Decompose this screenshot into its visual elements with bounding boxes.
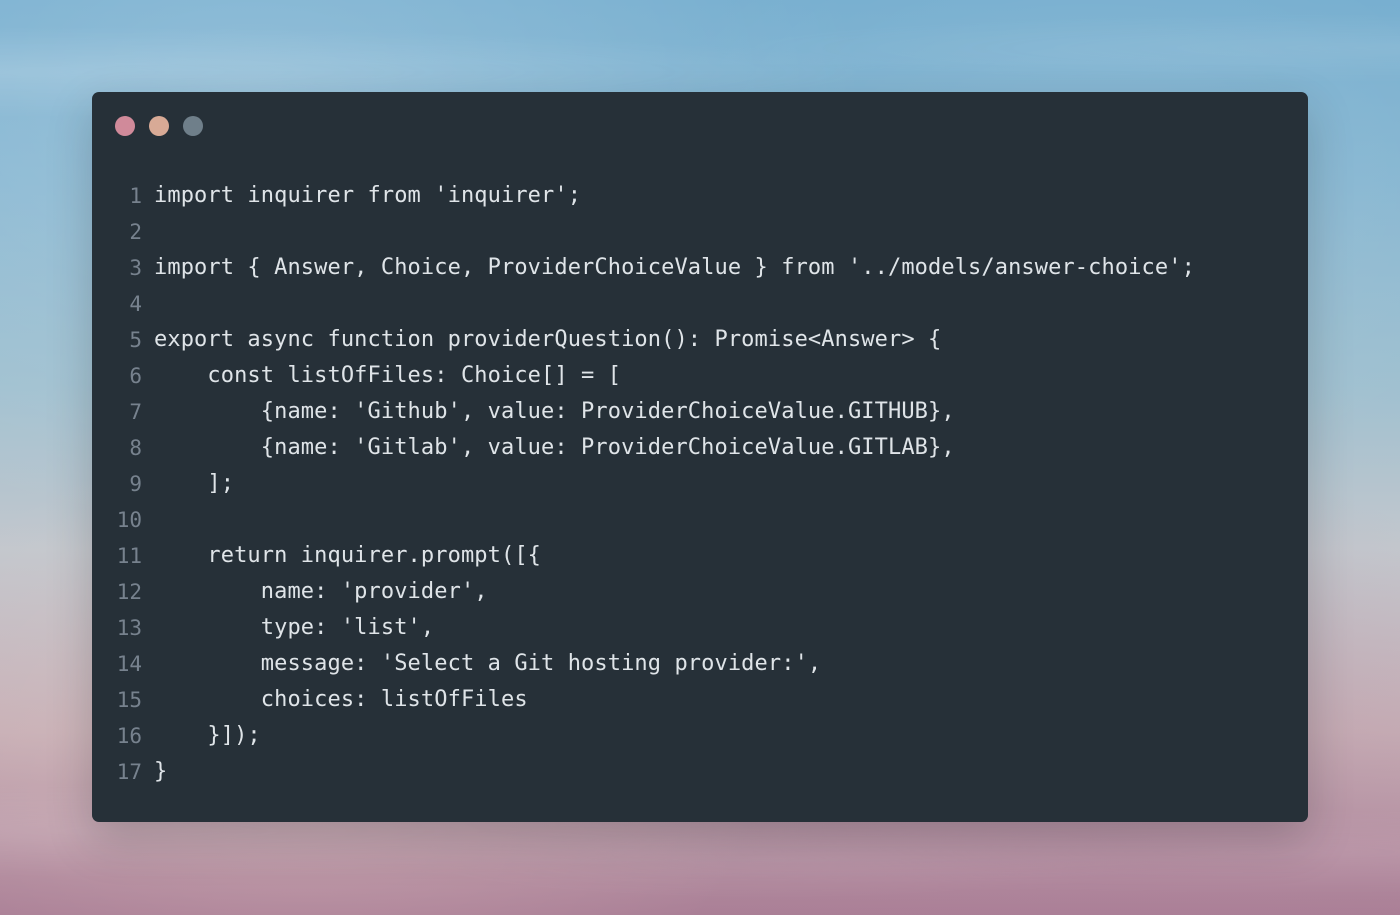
code-line: 14 message: 'Select a Git hosting provid…	[116, 646, 1284, 682]
line-number: 3	[129, 256, 142, 280]
code-line: 6 const listOfFiles: Choice[] = [	[116, 358, 1284, 394]
line-number: 13	[116, 616, 142, 640]
line-code: message: 'Select a Git hosting provider:…	[154, 651, 822, 676]
line-code: {name: 'Gitlab', value: ProviderChoiceVa…	[154, 435, 955, 460]
line-number: 7	[129, 400, 142, 424]
line-number: 12	[116, 580, 142, 604]
line-code: choices: listOfFiles	[154, 687, 528, 712]
code-line: 3 import { Answer, Choice, ProviderChoic…	[116, 250, 1284, 286]
line-code: export async function providerQuestion()…	[154, 327, 942, 352]
line-code: type: 'list',	[154, 615, 435, 640]
line-number: 5	[129, 328, 142, 352]
line-code: }]);	[154, 723, 261, 748]
line-code: return inquirer.prompt([{	[154, 543, 542, 568]
code-line: 1 import inquirer from 'inquirer';	[116, 178, 1284, 214]
line-code: ];	[154, 471, 235, 496]
window-controls	[115, 116, 203, 136]
line-number: 10	[116, 508, 142, 532]
code-line: 9 ];	[116, 466, 1284, 502]
code-line: 11 return inquirer.prompt([{	[116, 538, 1284, 574]
line-number: 17	[116, 760, 142, 784]
line-number: 15	[116, 688, 142, 712]
code-line: 16 }]);	[116, 718, 1284, 754]
code-line: 7 {name: 'Github', value: ProviderChoice…	[116, 394, 1284, 430]
line-code: name: 'provider',	[154, 579, 488, 604]
code-window: 1 import inquirer from 'inquirer'; 2 3 i…	[92, 92, 1308, 822]
line-code: import inquirer from 'inquirer';	[154, 183, 582, 208]
line-number: 14	[116, 652, 142, 676]
line-number: 2	[129, 220, 142, 244]
code-line: 5 export async function providerQuestion…	[116, 322, 1284, 358]
line-number: 11	[116, 544, 142, 568]
minimize-window-button[interactable]	[149, 116, 169, 136]
code-line: 2	[116, 214, 1284, 250]
code-line: 8 {name: 'Gitlab', value: ProviderChoice…	[116, 430, 1284, 466]
line-code: }	[154, 759, 168, 784]
code-line: 17 }	[116, 754, 1284, 790]
maximize-window-button[interactable]	[183, 116, 203, 136]
code-line: 4	[116, 286, 1284, 322]
code-line: 10	[116, 502, 1284, 538]
code-line: 15 choices: listOfFiles	[116, 682, 1284, 718]
line-number: 6	[129, 364, 142, 388]
line-code: import { Answer, Choice, ProviderChoiceV…	[154, 255, 1195, 280]
line-number: 16	[116, 724, 142, 748]
line-number: 8	[129, 436, 142, 460]
line-number: 9	[129, 472, 142, 496]
line-number: 1	[129, 184, 142, 208]
close-window-button[interactable]	[115, 116, 135, 136]
code-editor: 1 import inquirer from 'inquirer'; 2 3 i…	[116, 178, 1284, 790]
line-code: const listOfFiles: Choice[] = [	[154, 363, 622, 388]
line-number: 4	[129, 292, 142, 316]
line-code: {name: 'Github', value: ProviderChoiceVa…	[154, 399, 955, 424]
code-line: 12 name: 'provider',	[116, 574, 1284, 610]
code-line: 13 type: 'list',	[116, 610, 1284, 646]
